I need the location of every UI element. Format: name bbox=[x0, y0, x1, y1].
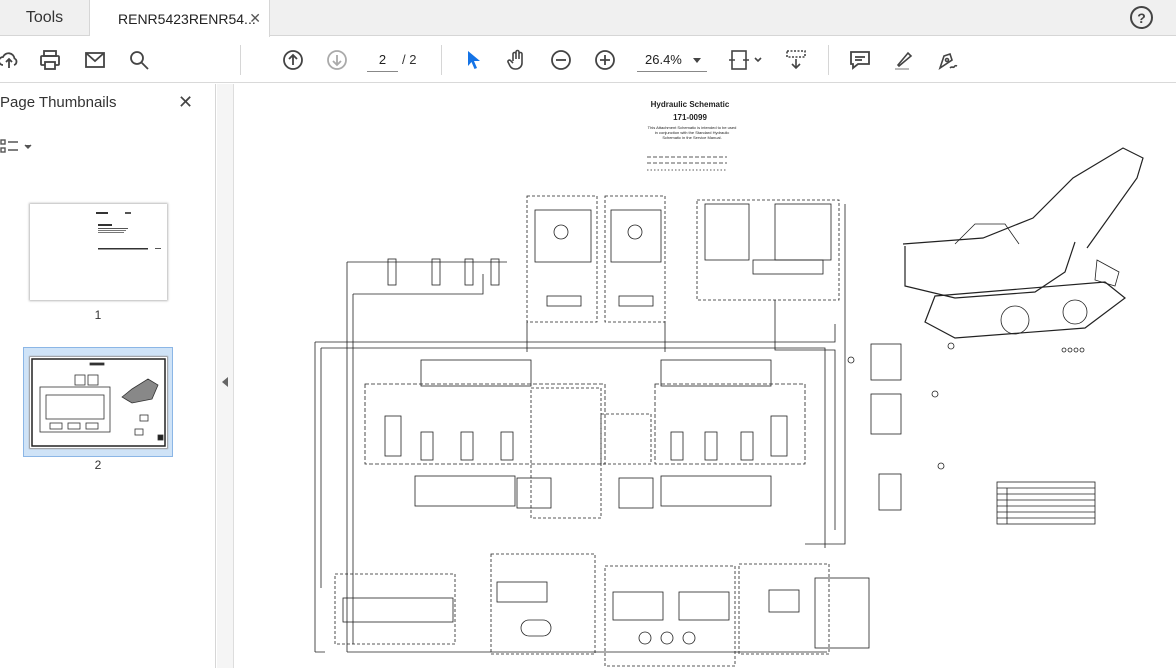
tab-document-label: RENR5423RENR54... bbox=[118, 10, 256, 27]
close-panel-icon[interactable]: ✕ bbox=[178, 92, 193, 113]
toolbar-divider bbox=[828, 45, 829, 75]
close-tab-icon[interactable]: ✕ bbox=[249, 10, 261, 27]
page-thumbnail-1[interactable] bbox=[30, 204, 167, 300]
toolbar: 2 / 2 26.4% bbox=[0, 37, 1176, 83]
hydraulic-schematic-drawing bbox=[314, 147, 1144, 667]
sign-icon[interactable] bbox=[935, 47, 961, 73]
upload-icon[interactable] bbox=[0, 47, 22, 73]
help-icon[interactable]: ? bbox=[1130, 6, 1153, 29]
collapse-arrow-icon bbox=[222, 377, 228, 387]
page-up-icon[interactable] bbox=[280, 47, 306, 73]
zoom-in-icon[interactable] bbox=[592, 47, 618, 73]
panel-collapse-handle[interactable] bbox=[217, 84, 234, 668]
fit-page-icon[interactable] bbox=[726, 47, 764, 73]
chevron-down-icon bbox=[693, 58, 701, 63]
page-2-preview bbox=[31, 358, 166, 447]
print-icon[interactable] bbox=[37, 47, 63, 73]
tab-tools[interactable]: Tools bbox=[0, 0, 90, 36]
highlight-icon[interactable] bbox=[891, 47, 917, 73]
select-cursor-icon[interactable] bbox=[460, 47, 486, 73]
thumbnails-panel: Page Thumbnails ✕ 1 2 bbox=[0, 84, 216, 668]
panel-title: Page Thumbnails bbox=[0, 94, 117, 111]
page-total: / 2 bbox=[402, 52, 417, 67]
scroll-mode-icon[interactable] bbox=[783, 47, 809, 73]
tab-document[interactable]: RENR5423RENR54... ✕ bbox=[90, 0, 270, 37]
zoom-out-icon[interactable] bbox=[548, 47, 574, 73]
thumbnail-label: 1 bbox=[94, 308, 102, 322]
list-options-icon bbox=[0, 139, 32, 153]
page-1-preview bbox=[96, 212, 161, 250]
comment-icon[interactable] bbox=[847, 47, 873, 73]
tab-bar: Tools RENR5423RENR54... ✕ ? bbox=[0, 0, 1176, 37]
document-viewer[interactable]: Hydraulic Schematic 171-0099 This Attach… bbox=[235, 84, 1176, 668]
thumbnail-options-button[interactable] bbox=[0, 138, 36, 154]
thumbnail-label: 2 bbox=[94, 458, 102, 472]
page-number-input[interactable]: 2 bbox=[367, 48, 398, 72]
page-down-icon[interactable] bbox=[324, 47, 350, 73]
toolbar-divider bbox=[441, 45, 442, 75]
page-thumbnail-2 bbox=[30, 357, 167, 448]
zoom-select[interactable]: 26.4% bbox=[637, 48, 707, 72]
zoom-value: 26.4% bbox=[645, 52, 682, 67]
hand-icon[interactable] bbox=[504, 47, 530, 73]
email-icon[interactable] bbox=[82, 47, 108, 73]
tab-tools-label: Tools bbox=[25, 9, 64, 26]
page-thumbnail-2-selected[interactable] bbox=[23, 347, 173, 457]
toolbar-divider bbox=[240, 45, 241, 75]
search-icon[interactable] bbox=[126, 47, 152, 73]
